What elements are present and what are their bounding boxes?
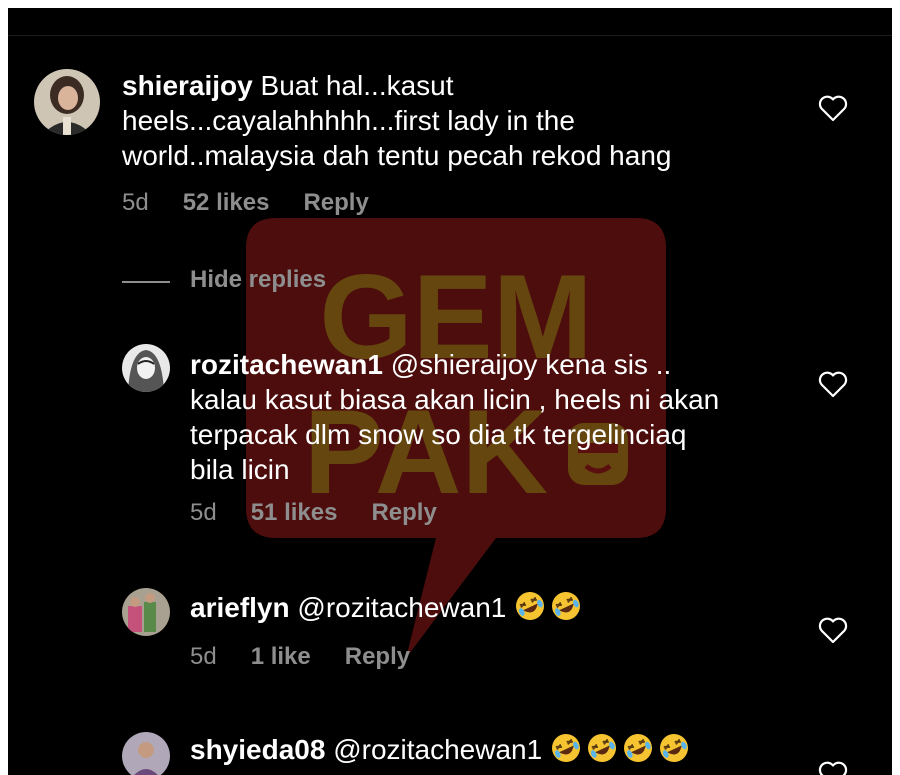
timestamp: 5d bbox=[122, 189, 149, 216]
divider bbox=[8, 35, 892, 36]
rolling-laughing-emoji-icon bbox=[551, 734, 580, 762]
comment-meta: 5d 1 like Reply bbox=[190, 643, 444, 671]
comment-text: shyieda08 @rozitachewan1 bbox=[190, 732, 810, 767]
mention-link[interactable]: @rozitachewan1 bbox=[333, 734, 542, 765]
mention-link[interactable]: @rozitachewan1 bbox=[297, 592, 506, 623]
rolling-laughing-emoji-icon bbox=[623, 734, 652, 762]
emoji-group bbox=[550, 734, 694, 765]
hide-replies-line bbox=[122, 281, 170, 283]
heart-icon[interactable] bbox=[818, 94, 848, 122]
comment-line: Buat hal...kasut bbox=[260, 70, 454, 101]
avatar[interactable] bbox=[122, 344, 170, 392]
heart-icon[interactable] bbox=[818, 760, 848, 775]
rolling-laughing-emoji-icon bbox=[659, 734, 688, 762]
comment-text: shieraijoy Buat hal...kasut heels...caya… bbox=[122, 68, 822, 173]
reply-button[interactable]: Reply bbox=[345, 643, 410, 671]
avatar[interactable] bbox=[34, 69, 100, 135]
likes-count[interactable]: 51 likes bbox=[251, 499, 338, 527]
comment-text: arieflyn @rozitachewan1 bbox=[190, 590, 810, 625]
comment-line: kalau kasut biasa akan licin , heels ni … bbox=[190, 384, 720, 415]
username[interactable]: rozitachewan1 bbox=[190, 349, 383, 380]
comment-line: terpacak dlm snow so dia tk tergelinciaq bbox=[190, 419, 687, 450]
timestamp: 5d bbox=[190, 499, 217, 526]
comment-line: world..malaysia dah tentu pecah rekod ha… bbox=[122, 140, 672, 171]
username[interactable]: shyieda08 bbox=[190, 734, 325, 765]
avatar[interactable] bbox=[122, 732, 170, 775]
comment-text: rozitachewan1 @shieraijoy kena sis .. ka… bbox=[190, 347, 810, 487]
avatar[interactable] bbox=[122, 588, 170, 636]
hide-replies-button[interactable]: Hide replies bbox=[190, 266, 326, 294]
likes-count[interactable]: 52 likes bbox=[183, 189, 270, 217]
emoji-group bbox=[514, 592, 586, 623]
timestamp: 5d bbox=[190, 643, 217, 670]
comment-line: heels...cayalahhhhh...first lady in the bbox=[122, 105, 575, 136]
comment-line: @shieraijoy kena sis .. bbox=[390, 349, 672, 380]
username[interactable]: shieraijoy bbox=[122, 70, 253, 101]
likes-count[interactable]: 1 like bbox=[251, 643, 311, 671]
comments-panel: GEM PAK shieraijoy Buat hal...kasut heel… bbox=[8, 8, 892, 775]
comment-meta: 5d 51 likes Reply bbox=[190, 499, 471, 527]
reply-button[interactable]: Reply bbox=[371, 499, 436, 527]
reply-button[interactable]: Reply bbox=[303, 189, 368, 217]
rolling-laughing-emoji-icon bbox=[552, 592, 581, 620]
comment-line: bila licin bbox=[190, 454, 290, 485]
rolling-laughing-emoji-icon bbox=[516, 592, 545, 620]
heart-icon[interactable] bbox=[818, 370, 848, 398]
heart-icon[interactable] bbox=[818, 616, 848, 644]
rolling-laughing-emoji-icon bbox=[587, 734, 616, 762]
comment-meta: 5d 52 likes Reply bbox=[122, 189, 403, 217]
username[interactable]: arieflyn bbox=[190, 592, 290, 623]
